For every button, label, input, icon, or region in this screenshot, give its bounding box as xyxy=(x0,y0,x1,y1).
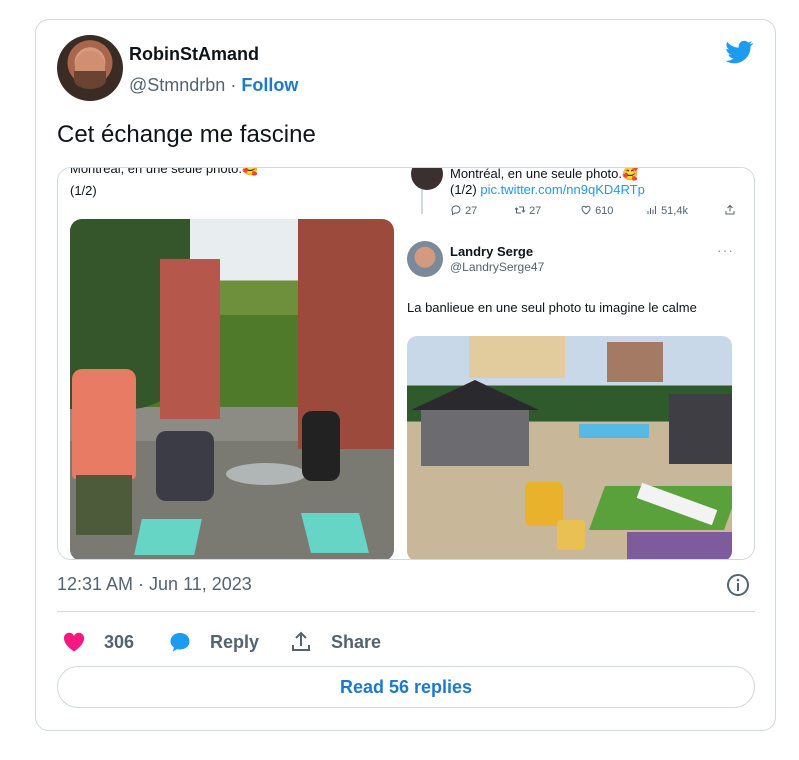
reply-author-handle: @LandrySerge47 xyxy=(450,260,545,274)
heart-icon[interactable] xyxy=(62,630,86,654)
left-caption-line2: (1/2) xyxy=(70,183,97,198)
media-right-pane[interactable]: Montréal, en une seule photo.🥰 (1/2) pic… xyxy=(407,167,754,559)
left-caption-line1: Montréal, en une seule photo.🥰 xyxy=(70,167,259,176)
reply-bubble-icon[interactable] xyxy=(168,630,192,654)
share-small-icon xyxy=(724,204,736,217)
read-replies-button[interactable]: Read 56 replies xyxy=(57,666,755,708)
reply-action[interactable]: Reply xyxy=(168,630,259,654)
author-handle-row: @Stmndrbn · Follow xyxy=(129,75,298,96)
info-icon[interactable] xyxy=(726,573,750,597)
reply-author-name: Landry Serge xyxy=(450,244,534,259)
like-small-icon xyxy=(581,205,591,215)
suburb-photo xyxy=(407,336,732,559)
reply-text: La banlieue en une seul photo tu imagine… xyxy=(407,300,697,315)
stat-replies: 27 xyxy=(450,204,477,217)
quoted-line2: (1/2) pic.twitter.com/nn9qKD4RTp xyxy=(450,182,645,197)
montreal-photo xyxy=(70,219,394,559)
views-small-icon xyxy=(647,206,656,214)
share-action[interactable]: Share xyxy=(289,630,381,654)
tweet-text: Cet échange me fascine xyxy=(57,121,316,148)
like-action[interactable]: 306 xyxy=(62,630,134,654)
stat-retweets: 27 xyxy=(514,204,541,217)
tweet-media[interactable]: Montréal, en une seule photo.🥰 (1/2) Mon… xyxy=(57,167,755,560)
stat-likes: 610 xyxy=(580,204,613,217)
author-handle[interactable]: @Stmndrbn xyxy=(129,75,225,95)
author-name[interactable]: RobinStAmand xyxy=(129,44,259,65)
quoted-stats: 27 27 610 51,4k xyxy=(450,204,740,220)
quoted-avatar xyxy=(411,168,443,190)
tweet-card: RobinStAmand @Stmndrbn · Follow Cet écha… xyxy=(35,19,776,731)
quoted-prefix: (1/2) xyxy=(450,182,481,197)
quoted-link: pic.twitter.com/nn9qKD4RTp xyxy=(480,182,645,197)
retweet-small-icon xyxy=(514,206,526,214)
follow-button[interactable]: Follow xyxy=(241,75,298,95)
separator-line xyxy=(57,611,755,612)
stat-views: 51,4k xyxy=(646,204,688,217)
likes-count: 306 xyxy=(104,631,135,652)
reply-small-icon xyxy=(451,205,461,216)
author-avatar[interactable] xyxy=(57,35,123,101)
media-left-pane[interactable]: Montréal, en une seule photo.🥰 (1/2) xyxy=(58,167,403,559)
share-icon[interactable] xyxy=(289,630,313,654)
reply-label[interactable]: Reply xyxy=(210,632,259,653)
handle-separator: · xyxy=(230,75,237,95)
twitter-bird-icon[interactable] xyxy=(722,38,756,66)
share-label[interactable]: Share xyxy=(331,632,381,653)
tweet-timestamp[interactable]: 12:31 AM · Jun 11, 2023 xyxy=(57,574,252,595)
reply-author-avatar xyxy=(407,241,443,277)
quoted-line1: Montréal, en une seule photo.🥰 xyxy=(450,167,639,181)
more-options-icon: ··· xyxy=(717,242,734,258)
